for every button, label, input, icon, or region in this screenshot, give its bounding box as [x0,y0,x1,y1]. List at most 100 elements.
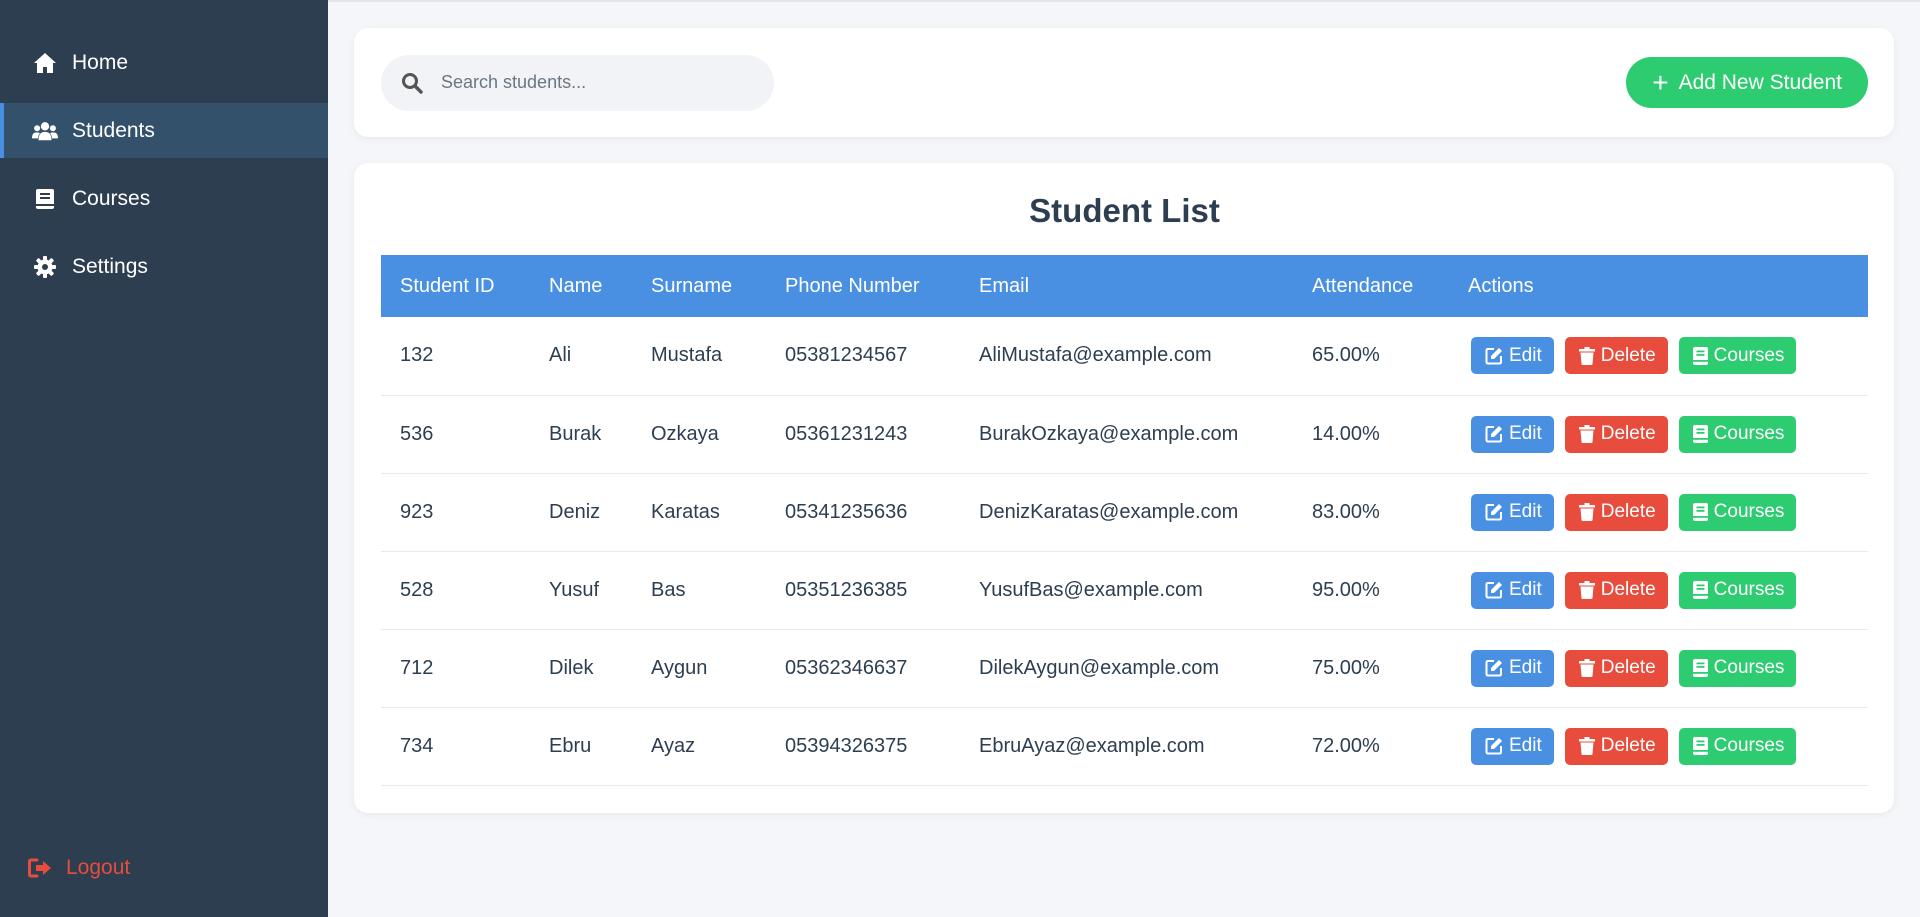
book-icon [1692,737,1708,755]
column-header-surname: Surname [651,274,733,297]
column-header-name: Name [549,274,603,297]
book-icon [1692,659,1708,677]
delete-label: Delete [1600,657,1656,678]
edit-button[interactable]: Edit [1471,415,1554,453]
edit-button[interactable]: Edit [1471,337,1554,375]
courses-label: Courses [1713,423,1785,444]
sidebar-nav: Home Students Courses Settings [0,0,328,294]
courses-label: Courses [1713,344,1785,366]
delete-button[interactable]: Delete [1564,415,1668,453]
cell-attendance: 14.00% [1293,395,1449,474]
edit-icon [1485,660,1502,677]
cell-phone: 05362346637 [766,629,960,708]
delete-button[interactable]: Delete [1564,571,1668,609]
cell-surname: Bas [632,551,766,630]
column-header-attendance: Attendance [1312,274,1414,297]
edit-icon [1485,504,1502,521]
book-icon [32,187,58,211]
cell-student-id: 132 [381,317,530,396]
table-header-row: Student ID Name Surname Phone Number Ema… [381,255,1868,317]
edit-label: Edit [1509,579,1542,600]
logout-button[interactable]: Logout [28,856,130,880]
courses-button[interactable]: Courses [1678,727,1797,765]
cell-name: Ali [530,317,632,396]
cell-actions: Edit Delete Courses [1449,473,1868,552]
cell-name: Burak [530,395,632,474]
row-actions: Edit Delete Courses [1468,649,1868,687]
courses-button[interactable]: Courses [1678,493,1797,531]
cell-attendance: 95.00% [1293,551,1449,630]
search-box [381,54,774,111]
search-input[interactable] [441,72,741,93]
delete-button[interactable]: Delete [1564,727,1668,765]
main-content: + Add New Student Student List Student I… [328,0,1920,917]
cell-email: DenizKaratas@example.com [960,473,1293,552]
student-table: Student ID Name Surname Phone Number Ema… [381,255,1868,786]
plus-icon: + [1652,66,1669,98]
courses-button[interactable]: Courses [1678,649,1797,687]
courses-label: Courses [1713,579,1785,600]
sidebar-item-students[interactable]: Students [0,103,328,158]
table-row: 132 Ali Mustafa 05381234567 AliMustafa@e… [381,317,1868,396]
sidebar-item-label: Home [72,50,129,74]
edit-icon [1485,582,1502,599]
delete-button[interactable]: Delete [1564,493,1668,531]
users-icon [32,119,58,143]
cell-surname: Karatas [632,473,766,552]
delete-label: Delete [1600,735,1656,756]
cell-attendance: 65.00% [1293,317,1449,396]
add-new-student-button[interactable]: + Add New Student [1626,57,1868,108]
app-root: Home Students Courses Settings Logout Se… [0,0,1920,917]
edit-label: Edit [1509,657,1542,678]
row-actions: Edit Delete Courses [1468,415,1868,453]
delete-button[interactable]: Delete [1564,337,1668,375]
cell-attendance: 75.00% [1293,629,1449,708]
book-icon [1692,581,1708,599]
column-header-phone: Phone Number [785,274,920,297]
sidebar-item-home[interactable]: Home [0,35,328,90]
student-list-card: Student List Student ID Name Surname Pho… [354,163,1894,813]
cell-email: AliMustafa@example.com [960,317,1293,396]
edit-button[interactable]: Edit [1471,649,1554,687]
edit-button[interactable]: Edit [1471,727,1554,765]
cell-phone: 05351236385 [766,551,960,630]
delete-label: Delete [1600,344,1656,366]
table-row: 923 Deniz Karatas 05341235636 DenizKarat… [381,473,1868,552]
cell-student-id: 712 [381,629,530,708]
cell-surname: Ayaz [632,707,766,786]
cell-actions: Edit Delete Courses [1449,629,1868,708]
table-row: 734 Ebru Ayaz 05394326375 EbruAyaz@examp… [381,707,1868,786]
sidebar-item-courses[interactable]: Courses [0,171,328,226]
cell-phone: 05394326375 [766,707,960,786]
courses-button[interactable]: Courses [1678,415,1797,453]
edit-button[interactable]: Edit [1471,571,1554,609]
edit-label: Edit [1509,501,1542,522]
courses-label: Courses [1713,501,1785,522]
delete-label: Delete [1600,501,1656,522]
gear-icon [32,255,58,279]
trash-icon [1578,503,1595,521]
logout-icon [28,856,54,880]
delete-label: Delete [1600,579,1656,600]
edit-label: Edit [1509,344,1542,366]
cell-attendance: 72.00% [1293,707,1449,786]
table-row: 528 Yusuf Bas 05351236385 YusufBas@examp… [381,551,1868,630]
cell-actions: Edit Delete Courses [1449,707,1868,786]
logout-label: Logout [66,856,131,879]
table-row: 712 Dilek Aygun 05362346637 DilekAygun@e… [381,629,1868,708]
cell-email: BurakOzkaya@example.com [960,395,1293,474]
courses-button[interactable]: Courses [1678,337,1797,375]
edit-button[interactable]: Edit [1471,493,1554,531]
courses-label: Courses [1713,657,1785,678]
row-actions: Edit Delete Courses [1468,727,1868,765]
courses-button[interactable]: Courses [1678,571,1797,609]
cell-student-id: 528 [381,551,530,630]
sidebar-item-settings[interactable]: Settings [0,239,328,294]
toolbar: + Add New Student [354,28,1894,137]
cell-surname: Aygun [632,629,766,708]
delete-button[interactable]: Delete [1564,649,1668,687]
column-header-student-id: Student ID [400,274,495,297]
cell-actions: Edit Delete Courses [1449,317,1868,396]
courses-label: Courses [1713,735,1785,756]
sidebar: Home Students Courses Settings Logout [0,0,328,917]
